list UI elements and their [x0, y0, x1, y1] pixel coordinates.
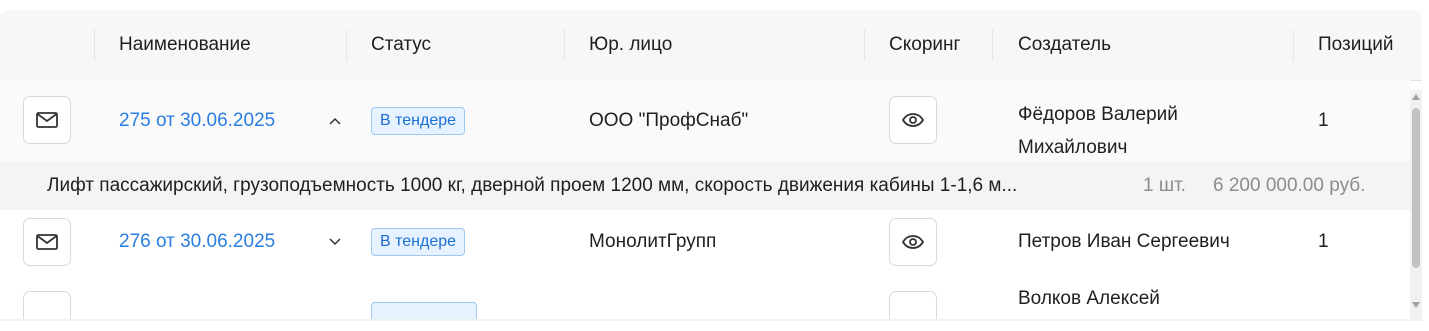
item-row: Лифт пассажирский, грузоподъемность 1000…: [0, 162, 1410, 211]
creator-line: Фёдоров Валерий: [1018, 104, 1178, 125]
header-name[interactable]: Наименование: [119, 10, 251, 80]
status-cell: В тендере: [371, 210, 466, 274]
table-row[interactable]: Волков Алексей: [0, 274, 1410, 321]
status-cell: [371, 300, 477, 321]
order-link[interactable]: 275 от 30.06.2025: [119, 80, 275, 162]
order-link[interactable]: 276 от 30.06.2025: [119, 210, 275, 274]
item-description: Лифт пассажирский, грузоподъемность 1000…: [47, 175, 1018, 196]
vertical-scroll-thumb[interactable]: [1412, 108, 1420, 268]
header-status[interactable]: Статус: [371, 10, 431, 80]
positions-cell: 1: [1318, 110, 1329, 131]
positions-cell: 1: [1318, 231, 1329, 252]
scoring-button[interactable]: [889, 96, 937, 144]
header-divider: [992, 29, 993, 61]
table-row[interactable]: 275 от 30.06.2025 В тендере ООО "ПрофСна…: [0, 80, 1410, 163]
table-header: Наименование Статус Юр. лицо Скоринг Соз…: [0, 10, 1422, 81]
header-legal-entity[interactable]: Юр. лицо: [589, 10, 672, 80]
status-badge: В тендере: [371, 228, 466, 256]
status-badge: В тендере: [371, 107, 466, 135]
vertical-scrollbar[interactable]: [1410, 90, 1422, 321]
header-positions[interactable]: Позиций: [1318, 10, 1393, 80]
mail-button[interactable]: [23, 291, 71, 321]
expand-button[interactable]: [328, 235, 342, 249]
header-divider: [1293, 29, 1294, 61]
eye-icon: [902, 235, 924, 249]
item-price: 6 200 000.00 руб.: [1213, 175, 1366, 196]
creator-line: Волков Алексей: [1018, 288, 1160, 309]
status-cell: В тендере: [371, 80, 466, 162]
header-divider: [864, 29, 865, 61]
scroll-down-arrow[interactable]: [1412, 302, 1420, 308]
legal-entity-cell: ООО "ПрофСнаб": [589, 110, 749, 131]
header-divider: [564, 29, 565, 61]
chevron-up-icon: [329, 117, 341, 125]
legal-entity-cell: МонолитГрупп: [589, 231, 717, 252]
scoring-button[interactable]: [889, 218, 937, 266]
table-row[interactable]: 276 от 30.06.2025 В тендере МонолитГрупп…: [0, 210, 1410, 275]
mail-button[interactable]: [23, 218, 71, 266]
creator-cell: Петров Иван Сергеевич: [1018, 231, 1230, 252]
collapse-button[interactable]: [328, 114, 342, 128]
item-quantity: 1 шт.: [1143, 175, 1186, 196]
header-creator[interactable]: Создатель: [1018, 10, 1111, 80]
scroll-up-arrow[interactable]: [1412, 94, 1420, 100]
creator-cell: Фёдоров Валерий Михайлович: [1018, 98, 1178, 164]
creator-line: Михайлович: [1018, 137, 1128, 158]
horizontal-scrollbar[interactable]: [0, 319, 1422, 321]
header-divider: [346, 29, 347, 61]
mail-button[interactable]: [23, 96, 71, 144]
chevron-down-icon: [329, 238, 341, 246]
header-divider: [94, 29, 95, 61]
eye-icon: [902, 113, 924, 127]
orders-table: Наименование Статус Юр. лицо Скоринг Соз…: [0, 10, 1422, 321]
scoring-button[interactable]: [889, 291, 937, 321]
mail-icon: [36, 234, 58, 250]
header-scoring[interactable]: Скоринг: [889, 10, 960, 80]
mail-icon: [36, 112, 58, 128]
